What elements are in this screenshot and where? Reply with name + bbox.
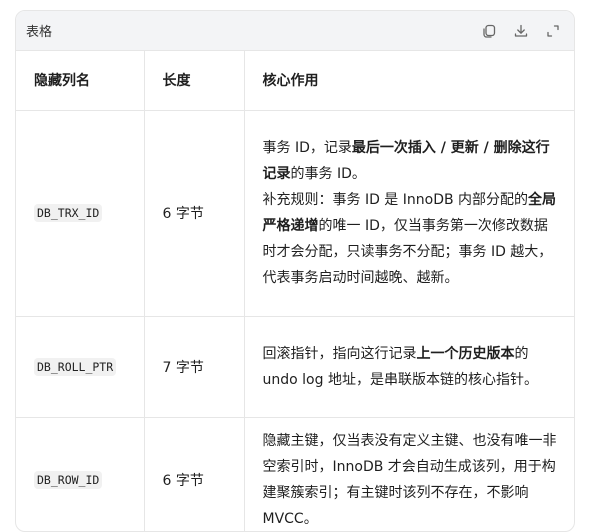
card-title: 表格 — [26, 25, 53, 40]
data-table: 隐藏列名 长度 核心作用 DB_TRX_ID 6 字节 事务 ID，记录最后一次… — [16, 51, 574, 531]
table-row: DB_TRX_ID 6 字节 事务 ID，记录最后一次插入 / 更新 / 删除这… — [16, 110, 574, 317]
expand-icon[interactable] — [542, 20, 564, 42]
emphasis-text: 最后一次插入 / 更新 / 删除这行记录 — [262, 140, 550, 182]
header-length: 长度 — [144, 51, 245, 111]
cell-length: 7 字节 — [144, 316, 245, 418]
cell-column-name: DB_TRX_ID — [16, 110, 145, 317]
card-header: 表格 — [16, 11, 574, 51]
emphasis-text: 上一个历史版本 — [416, 345, 515, 362]
cell-length: 6 字节 — [144, 110, 245, 317]
code-span: DB_TRX_ID — [34, 204, 103, 222]
cell-column-name: DB_ROW_ID — [16, 417, 145, 531]
cell-column-name: DB_ROLL_PTR — [16, 316, 145, 418]
cell-description: 回滚指针，指向这行记录上一个历史版本的 undo log 地址，是串联版本链的核… — [244, 316, 574, 418]
table-row: DB_ROW_ID 6 字节 隐藏主键，仅当表没有定义主键、也没有唯一非空索引时… — [16, 417, 574, 531]
table-card: 表格 隐藏列名 长度 核心作用 DB_TRX_ID 6 字节 事务 ID，记录最… — [15, 10, 575, 532]
table-header-row: 隐藏列名 长度 核心作用 — [16, 51, 574, 111]
code-span: DB_ROLL_PTR — [34, 357, 117, 376]
emphasis-text: 全局严格递增 — [262, 192, 557, 234]
card-actions — [478, 20, 564, 42]
cell-description: 隐藏主键，仅当表没有定义主键、也没有唯一非空索引时，InnoDB 才会自动生成该… — [244, 417, 574, 531]
cell-length: 6 字节 — [144, 417, 245, 531]
header-role: 核心作用 — [244, 51, 574, 111]
download-icon[interactable] — [510, 20, 532, 42]
header-column-name: 隐藏列名 — [16, 51, 145, 111]
code-span: DB_ROW_ID — [34, 470, 103, 489]
copy-icon[interactable] — [478, 20, 500, 42]
table-row: DB_ROLL_PTR 7 字节 回滚指针，指向这行记录上一个历史版本的 und… — [16, 316, 574, 418]
cell-description: 事务 ID，记录最后一次插入 / 更新 / 删除这行记录的事务 ID。 补充规则：… — [244, 110, 574, 317]
